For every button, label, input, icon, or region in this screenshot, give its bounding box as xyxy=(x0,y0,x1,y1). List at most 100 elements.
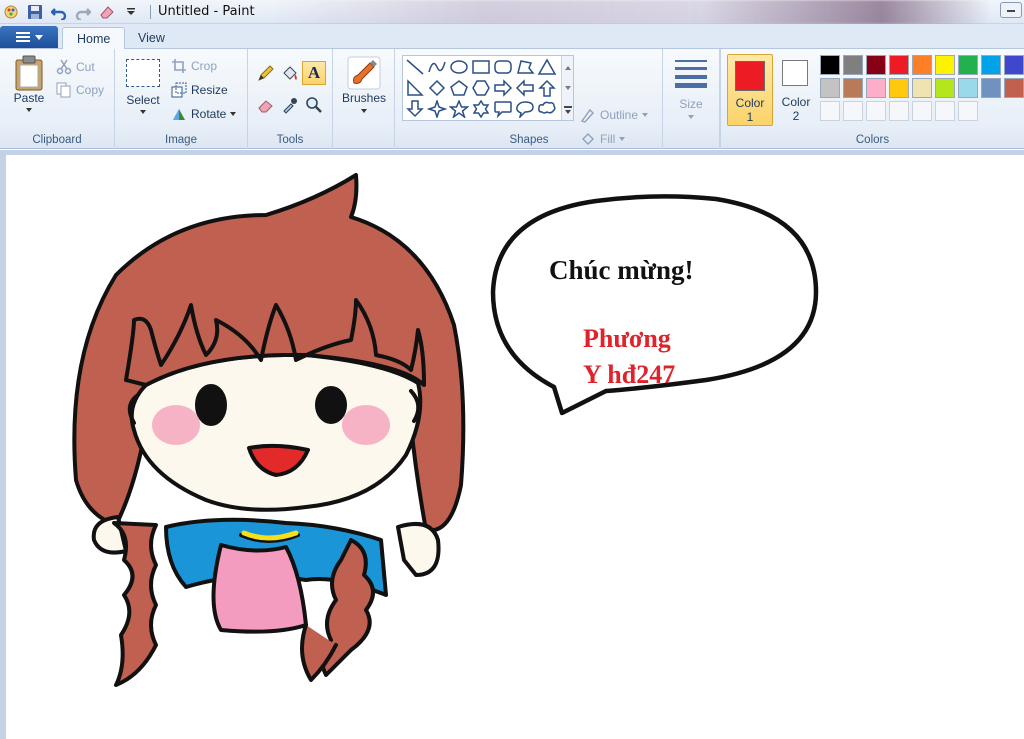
right-triangle-shape-icon[interactable] xyxy=(405,79,425,97)
paste-button[interactable]: Paste xyxy=(10,55,48,112)
speech-text-line2: Phương xyxy=(583,324,671,353)
eraser-button[interactable] xyxy=(254,93,278,117)
fill-button[interactable] xyxy=(278,61,302,85)
four-point-star-shape-icon[interactable] xyxy=(427,100,447,118)
palette-swatch[interactable] xyxy=(958,55,978,75)
polygon-shape-icon[interactable] xyxy=(515,58,535,76)
six-point-star-shape-icon[interactable] xyxy=(471,100,491,118)
color2-button[interactable]: Color 2 xyxy=(775,54,817,126)
eraser-icon[interactable] xyxy=(98,3,116,21)
rotate-button[interactable]: Rotate xyxy=(171,104,237,124)
window-title: Untitled - Paint xyxy=(158,4,255,19)
minimize-button[interactable] xyxy=(1000,2,1022,18)
palette-swatch[interactable] xyxy=(843,55,863,75)
fill-dropdown-button[interactable]: Fill xyxy=(580,129,626,149)
title-bar: Untitled - Paint xyxy=(0,0,1024,24)
triangle-shape-icon[interactable] xyxy=(537,58,557,76)
magnifier-icon xyxy=(306,97,322,113)
curve-shape-icon[interactable] xyxy=(427,58,447,76)
palette-swatch[interactable] xyxy=(1004,78,1024,98)
custom-color-slot[interactable] xyxy=(935,101,955,121)
palette-swatch[interactable] xyxy=(866,55,886,75)
hexagon-shape-icon[interactable] xyxy=(471,79,491,97)
up-arrow-shape-icon[interactable] xyxy=(537,79,557,97)
size-group: Size xyxy=(663,49,720,149)
chevron-down-icon xyxy=(642,113,649,117)
custom-color-slot[interactable] xyxy=(866,101,886,121)
customize-qat-icon[interactable] xyxy=(122,3,140,21)
custom-color-slot[interactable] xyxy=(820,101,840,121)
right-arrow-shape-icon[interactable] xyxy=(493,79,513,97)
left-arrow-shape-icon[interactable] xyxy=(515,79,535,97)
resize-button[interactable]: Resize xyxy=(171,80,228,100)
paint-app-icon[interactable] xyxy=(2,3,20,21)
palette-swatch[interactable] xyxy=(935,78,955,98)
brushes-button[interactable]: Brushes xyxy=(339,55,389,113)
size-button[interactable]: Size xyxy=(671,57,711,119)
save-icon[interactable] xyxy=(26,3,44,21)
crop-icon xyxy=(172,59,186,73)
rounded-rectangle-shape-icon[interactable] xyxy=(493,58,513,76)
rounded-callout-shape-icon[interactable] xyxy=(493,100,513,118)
palette-swatch[interactable] xyxy=(843,78,863,98)
down-arrow-shape-icon[interactable] xyxy=(405,100,425,118)
diamond-shape-icon[interactable] xyxy=(427,79,447,97)
color-picker-button[interactable] xyxy=(278,93,302,117)
palette-swatch[interactable] xyxy=(820,55,840,75)
select-button[interactable]: Select xyxy=(123,59,163,114)
palette-swatch[interactable] xyxy=(981,55,1001,75)
color-palette xyxy=(820,55,1024,124)
paint-bucket-icon xyxy=(283,66,297,80)
shapes-gallery[interactable] xyxy=(402,55,574,121)
size-label: Size xyxy=(679,97,703,111)
copy-button[interactable]: Copy xyxy=(56,80,104,100)
custom-color-slot[interactable] xyxy=(889,101,909,121)
rectangle-shape-icon[interactable] xyxy=(471,58,491,76)
pencil-button[interactable] xyxy=(254,61,278,85)
line-size-icon xyxy=(675,60,707,88)
palette-swatch[interactable] xyxy=(889,78,909,98)
crop-button[interactable]: Crop xyxy=(171,56,217,76)
palette-swatch[interactable] xyxy=(820,78,840,98)
crop-label: Crop xyxy=(191,59,218,73)
tab-view[interactable]: View xyxy=(124,27,179,50)
text-button[interactable]: A xyxy=(302,61,326,85)
oval-callout-shape-icon[interactable] xyxy=(515,100,535,118)
undo-icon[interactable] xyxy=(50,3,68,21)
background-blur xyxy=(270,0,990,24)
custom-color-slot[interactable] xyxy=(843,101,863,121)
outline-button[interactable]: Outline xyxy=(580,105,649,125)
resize-icon xyxy=(171,82,187,98)
tools-group-label: Tools xyxy=(276,134,304,146)
palette-swatch[interactable] xyxy=(866,78,886,98)
speech-text-congrats: Chúc mừng! xyxy=(549,255,694,285)
redo-icon[interactable] xyxy=(74,3,92,21)
palette-swatch[interactable] xyxy=(889,55,909,75)
chevron-down-icon xyxy=(34,34,43,40)
palette-swatch[interactable] xyxy=(912,55,932,75)
palette-swatch[interactable] xyxy=(1004,55,1024,75)
palette-swatch[interactable] xyxy=(958,78,978,98)
chevron-down-icon xyxy=(688,115,694,119)
outline-label: Outline xyxy=(600,108,639,122)
drawing-canvas[interactable]: Chúc mừng! Phương Y hđ247 xyxy=(6,155,1024,739)
palette-swatch[interactable] xyxy=(912,78,932,98)
custom-color-slot[interactable] xyxy=(958,101,978,121)
magnifier-button[interactable] xyxy=(302,93,326,117)
cloud-callout-shape-icon[interactable] xyxy=(537,100,557,118)
fill-icon xyxy=(582,133,594,145)
pentagon-shape-icon[interactable] xyxy=(449,79,469,97)
shapes-scrollbar[interactable] xyxy=(561,56,573,120)
custom-color-slot[interactable] xyxy=(912,101,932,121)
tab-home[interactable]: Home xyxy=(62,27,126,50)
palette-swatch[interactable] xyxy=(981,78,1001,98)
palette-swatch[interactable] xyxy=(935,55,955,75)
line-shape-icon[interactable] xyxy=(405,58,425,76)
oval-shape-icon[interactable] xyxy=(449,58,469,76)
file-menu-button[interactable] xyxy=(0,26,58,48)
cut-button[interactable]: Cut xyxy=(56,57,95,77)
workspace: Chúc mừng! Phương Y hđ247 xyxy=(0,150,1024,739)
five-point-star-shape-icon[interactable] xyxy=(449,100,469,118)
cut-label: Cut xyxy=(76,60,95,74)
color1-button[interactable]: Color 1 xyxy=(727,54,773,126)
